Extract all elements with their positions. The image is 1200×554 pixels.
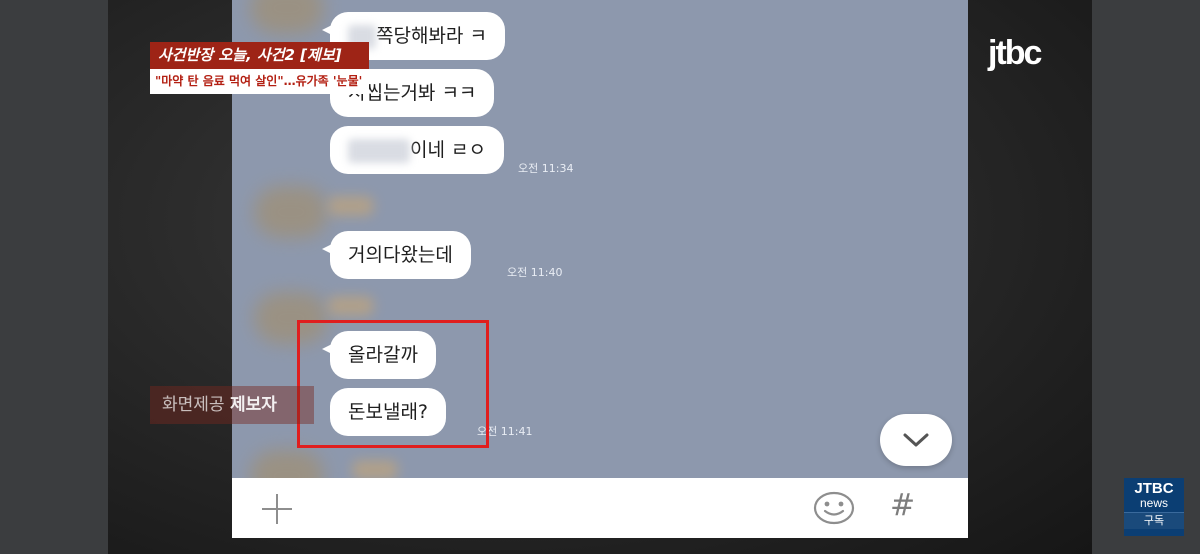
- plus-icon[interactable]: [260, 492, 294, 526]
- message-input-bar: #: [232, 478, 968, 538]
- message-timestamp: 오전 11:40: [507, 266, 563, 279]
- scroll-to-bottom-button[interactable]: [880, 414, 952, 466]
- news-headline: 사건반장 오늘, 사건2 [제보]: [150, 42, 369, 69]
- badge-brand: JTBC: [1134, 480, 1174, 497]
- sender-name-blurred: [328, 196, 374, 216]
- emoji-icon[interactable]: [812, 490, 856, 526]
- highlight-box: [297, 320, 489, 448]
- left-letterbox: [0, 0, 108, 554]
- chat-bubble[interactable]: 이네 ㄹㅇ: [330, 126, 504, 174]
- chat-bubble[interactable]: 거의다왔는데: [322, 231, 471, 279]
- badge-news: news: [1139, 496, 1168, 510]
- credit-prefix: 화면제공: [162, 395, 225, 415]
- subscribe-badge[interactable]: JTBC news 구독: [1124, 478, 1184, 536]
- sender-name-blurred: [328, 296, 374, 316]
- channel-logo: jtbc: [988, 34, 1042, 72]
- message-timestamp: 오전 11:34: [518, 162, 574, 175]
- avatar: [250, 0, 324, 34]
- credit-source: 제보자: [229, 395, 277, 415]
- subscribe-label[interactable]: 구독: [1124, 512, 1184, 529]
- screen-credit: 화면제공 제보자: [150, 386, 314, 424]
- avatar: [254, 186, 328, 238]
- news-subheadline: "마약 탄 음료 먹여 살인"…유가족 '눈물': [150, 69, 369, 94]
- sender-name-blurred: [352, 460, 398, 480]
- hashtag-button[interactable]: #: [890, 488, 915, 523]
- chevron-down-icon: [903, 433, 929, 447]
- right-letterbox: [1092, 0, 1200, 554]
- redacted-text: [348, 138, 410, 163]
